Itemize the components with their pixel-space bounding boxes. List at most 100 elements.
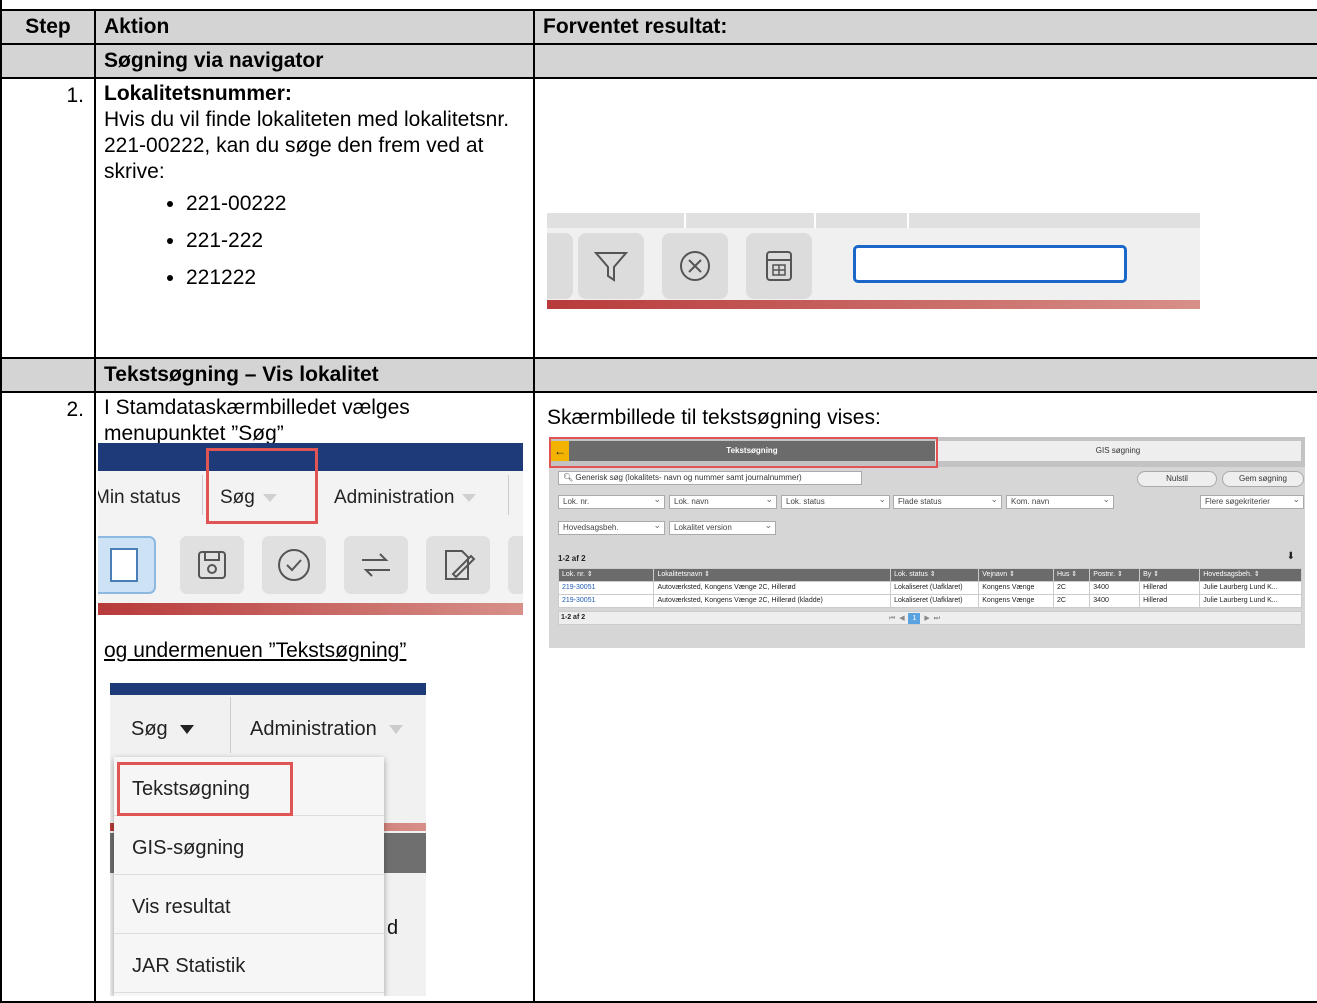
table-cell: Autoværksted, Kongens Vænge 2C, Hillerød… bbox=[653, 594, 892, 608]
toolbar-button[interactable] bbox=[547, 233, 573, 299]
menu-admin-label: Administration bbox=[334, 487, 455, 508]
calculator-button[interactable] bbox=[746, 233, 812, 299]
bullet-item: 221-222 bbox=[186, 228, 525, 254]
submenu-item-jar-statistik[interactable]: JAR Statistik bbox=[114, 934, 384, 993]
table-cell: Kongens Vænge bbox=[978, 581, 1054, 595]
menu-search-label: Søg bbox=[131, 718, 168, 740]
table-cell: 3400 bbox=[1089, 581, 1141, 595]
section-row-textsearch: Tekstsøgning – Vis lokalitet bbox=[0, 357, 1317, 393]
chevron-down-icon bbox=[462, 493, 477, 502]
step-row-2: 2. I Stamdataskærmbilledet vælges menupu… bbox=[0, 391, 1317, 1003]
column-header[interactable]: Lok. status ⇕ bbox=[890, 568, 980, 582]
filter-icon bbox=[593, 252, 629, 282]
first-page-icon[interactable]: ⏮ bbox=[889, 615, 895, 622]
dropdown-screenshot: Søg Administration d Tekstsøgning GIS-sø… bbox=[110, 683, 426, 996]
close-circle-icon bbox=[680, 251, 710, 281]
accent-bar bbox=[98, 603, 523, 615]
toolbar-button[interactable] bbox=[508, 536, 523, 594]
menu-administration[interactable]: Administration bbox=[250, 716, 403, 742]
step1-bullet-list: 221-00222 221-222 221222 bbox=[104, 191, 525, 291]
footer-count: 1-2 af 2 bbox=[561, 614, 586, 621]
menu-min-status[interactable]: Min status bbox=[98, 485, 181, 511]
table-cell: 3400 bbox=[1089, 594, 1141, 608]
next-page-icon[interactable]: ▶ bbox=[924, 615, 929, 622]
header-action: Aktion bbox=[94, 9, 535, 45]
generic-search-input[interactable]: 🔍︎ Generisk søg (lokalitets- navn og num… bbox=[558, 471, 862, 485]
bullet-item: 221-00222 bbox=[186, 191, 525, 217]
step1-title: Lokalitetsnummer: bbox=[104, 82, 292, 105]
submenu-item-gis-sogning[interactable]: GIS-søgning bbox=[114, 816, 384, 875]
results-table: Lok. nr. ⇕ Lokalitetsnavn ⇕ Lok. status … bbox=[557, 568, 1302, 608]
table-cell: Kongens Vænge bbox=[978, 594, 1054, 608]
download-icon[interactable]: ⬇ bbox=[1287, 552, 1295, 562]
filter-lok-navn[interactable]: Lok. navn bbox=[669, 494, 777, 509]
step-number-1: 1. bbox=[0, 77, 96, 359]
submenu-item-vis-resultat[interactable]: Vis resultat bbox=[114, 875, 384, 934]
table-cell: Lokaliseret (Uafklaret) bbox=[890, 594, 980, 608]
step-action-2: I Stamdataskærmbilledet vælges menupunkt… bbox=[94, 391, 535, 1003]
menu-administration[interactable]: Administration bbox=[334, 485, 477, 511]
bullet-item: 221222 bbox=[186, 265, 525, 291]
section-title-textsearch: Tekstsøgning – Vis lokalitet bbox=[94, 357, 535, 393]
last-page-icon[interactable]: ⏭ bbox=[934, 615, 940, 622]
menubar-screenshot: Min status Søg Administration bbox=[98, 443, 523, 615]
edit-button[interactable] bbox=[426, 536, 490, 594]
step2-instruction-2: og undermenuen ”Tekstsøgning” bbox=[104, 639, 407, 662]
step2-result-text: Skærmbillede til tekstsøgning vises: bbox=[547, 406, 881, 429]
reset-button[interactable]: Nulstil bbox=[1137, 471, 1217, 487]
table-cell: 2C bbox=[1052, 581, 1091, 595]
save-search-button[interactable]: Gem søgning bbox=[1222, 471, 1304, 487]
step-result-1 bbox=[533, 77, 1317, 359]
column-header[interactable]: By ⇕ bbox=[1139, 568, 1201, 582]
column-header[interactable]: Lokalitetsnavn ⇕ bbox=[653, 568, 892, 582]
accent-bar bbox=[547, 300, 1200, 309]
filter-hovedsagsbeh[interactable]: Hovedsagsbeh. bbox=[558, 520, 665, 535]
header-row: Step Aktion Forventet resultat: bbox=[0, 9, 1317, 45]
column-header[interactable]: Hovedsagsbeh. ⇕ bbox=[1199, 568, 1302, 582]
filter-lokalitet-version[interactable]: Lokalitet version bbox=[669, 520, 776, 535]
column-header[interactable]: Vejnavn ⇕ bbox=[978, 568, 1054, 582]
approve-button[interactable] bbox=[262, 536, 326, 594]
check-circle-icon bbox=[278, 549, 310, 581]
step-action-1: Lokalitetsnummer: Hvis du vil finde loka… bbox=[94, 77, 535, 359]
header-step: Step bbox=[0, 9, 96, 45]
transfer-button[interactable] bbox=[344, 536, 408, 594]
filter-button[interactable] bbox=[578, 233, 644, 299]
column-header[interactable]: Lok. nr. ⇕ bbox=[557, 568, 655, 582]
lok-nr-link[interactable]: 219-30051 bbox=[562, 597, 595, 604]
table-cell: Hillerød bbox=[1139, 594, 1201, 608]
tab-gis-sogning[interactable]: GIS søgning bbox=[935, 441, 1301, 461]
test-steps-table: Step Aktion Forventet resultat: Søgning … bbox=[0, 9, 1317, 1003]
calculator-icon bbox=[766, 251, 792, 281]
filter-lok-nr[interactable]: Lok. nr. bbox=[558, 494, 665, 509]
filter-lok-status[interactable]: Lok. status bbox=[781, 494, 890, 509]
filter-kom-navn[interactable]: Kom. navn bbox=[1006, 494, 1114, 509]
textsearch-screenshot: ← Tekstsøgning GIS søgning 🔍︎ Generisk s… bbox=[549, 437, 1305, 648]
table-row[interactable]: 219-30051 Autoværksted, Kongens Vænge 2C… bbox=[557, 594, 1302, 608]
column-header[interactable]: Postnr. ⇕ bbox=[1089, 568, 1141, 582]
new-document-button[interactable] bbox=[98, 536, 156, 594]
navigator-search-input[interactable] bbox=[853, 245, 1127, 283]
pagination: ⏮ ◀ 1 ▶ ⏭ bbox=[889, 613, 940, 624]
filter-flade-status[interactable]: Flade status bbox=[893, 494, 1002, 509]
highlight-box bbox=[549, 437, 938, 468]
save-icon bbox=[198, 551, 226, 579]
search-placeholder: Generisk søg (lokalitets- navn og nummer… bbox=[575, 473, 802, 482]
header-result: Forventet resultat: bbox=[533, 9, 1317, 45]
search-submenu: Tekstsøgning GIS-søgning Vis resultat JA… bbox=[114, 757, 384, 996]
filter-more-criteria[interactable]: Flere søgekriterier bbox=[1200, 494, 1304, 509]
step-number-2: 2. bbox=[0, 391, 96, 1003]
menu-search[interactable]: Søg bbox=[131, 716, 194, 742]
table-header-row: Lok. nr. ⇕ Lokalitetsnavn ⇕ Lok. status … bbox=[557, 568, 1302, 582]
column-header[interactable]: Hus ⇕ bbox=[1052, 568, 1091, 582]
clear-button[interactable] bbox=[662, 233, 728, 299]
save-button[interactable] bbox=[180, 536, 244, 594]
submenu-item-tekstsogning[interactable]: Tekstsøgning bbox=[114, 757, 384, 816]
step1-description: Hvis du vil finde lokaliteten med lokali… bbox=[104, 108, 510, 183]
page-number[interactable]: 1 bbox=[908, 613, 921, 624]
table-row[interactable]: 219-30051 Autoværksted, Kongens Vænge 2C… bbox=[557, 581, 1302, 595]
prev-page-icon[interactable]: ◀ bbox=[899, 615, 904, 622]
search-icon: 🔍︎ bbox=[563, 473, 574, 482]
lok-nr-link[interactable]: 219-30051 bbox=[562, 584, 595, 591]
menu-admin-label: Administration bbox=[250, 718, 377, 740]
